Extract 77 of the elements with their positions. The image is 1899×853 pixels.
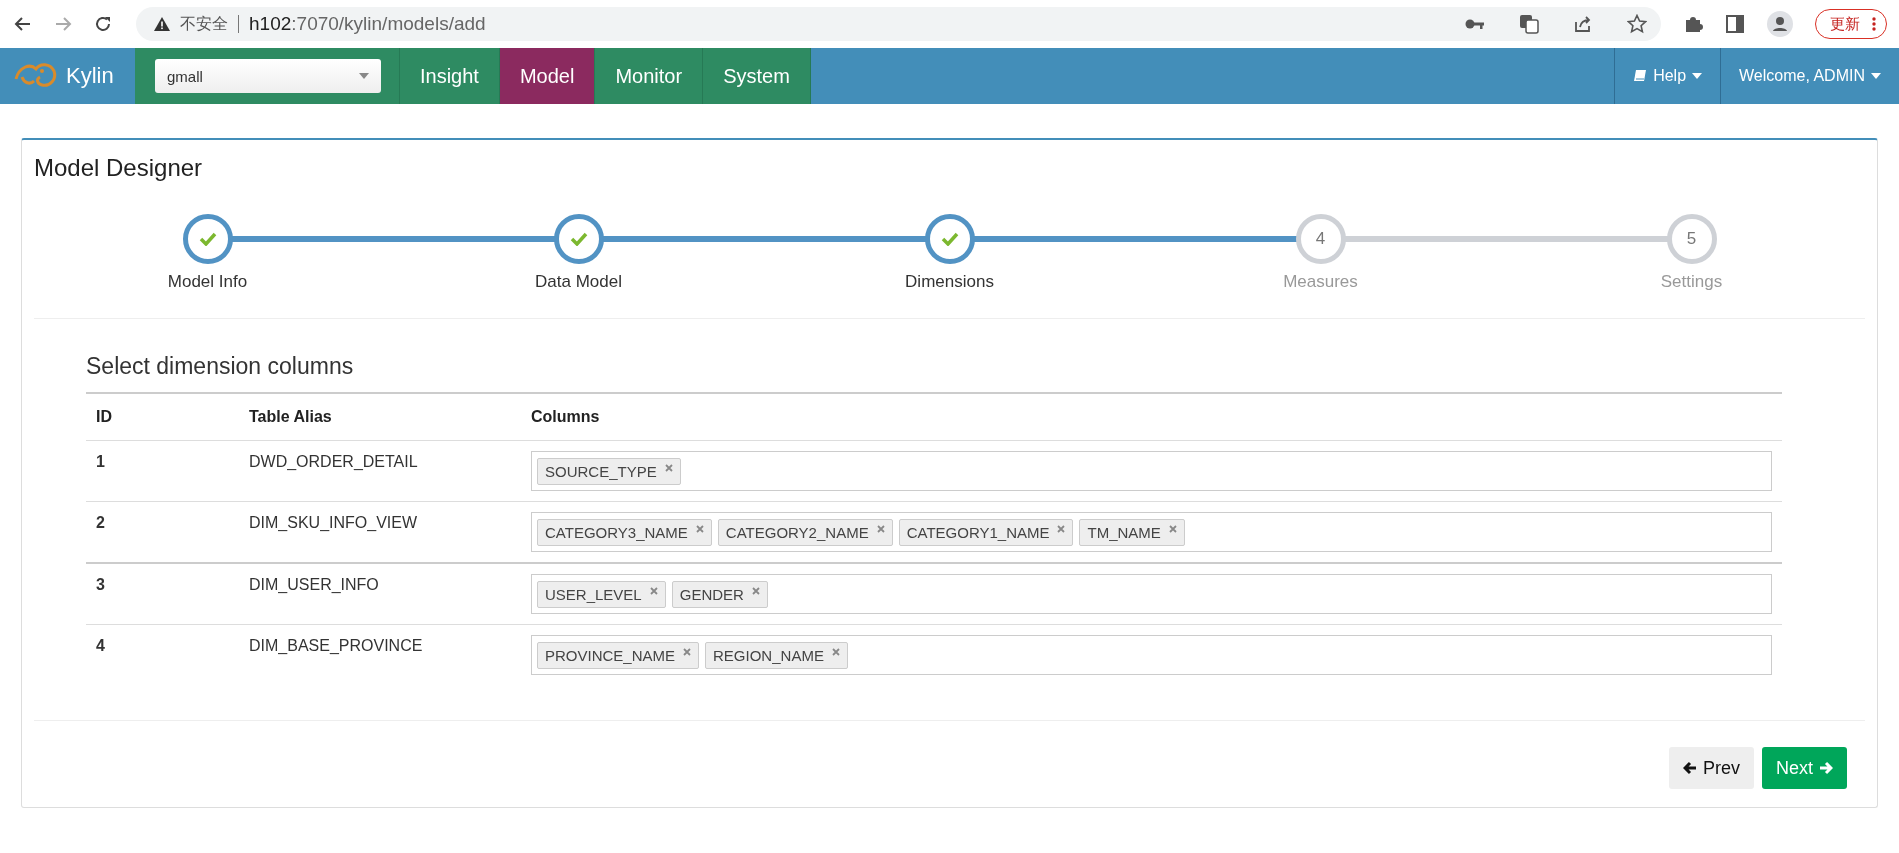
share-icon[interactable] [1573, 14, 1593, 34]
table-cell-text: 1 [96, 452, 105, 471]
project-select[interactable]: gmall [155, 59, 381, 93]
check-icon [198, 232, 217, 246]
column-header: ID [86, 393, 239, 441]
caret-icon [359, 73, 369, 79]
more-icon [1872, 17, 1876, 31]
remove-icon[interactable] [831, 648, 840, 656]
address-bar[interactable]: 不安全 h102:7070/kylin/models/add [136, 7, 1661, 41]
remove-icon[interactable] [876, 525, 885, 533]
table-cell-text: 3 [96, 575, 105, 594]
prev-button[interactable]: Prev [1668, 747, 1754, 789]
remove-icon[interactable] [1057, 525, 1066, 533]
step-circle[interactable]: 5 [1666, 214, 1717, 264]
step-number: 5 [1686, 229, 1697, 249]
arrow-right-icon [1819, 761, 1833, 775]
column-tags-field[interactable]: SOURCE_TYPE [531, 451, 1772, 491]
nav-tab[interactable]: System [703, 48, 811, 104]
column-tag[interactable]: TM_NAME [1079, 518, 1185, 546]
forward-icon[interactable] [54, 15, 72, 33]
key-icon[interactable] [1465, 18, 1485, 30]
step-circle[interactable]: 4 [1295, 214, 1346, 264]
section-title: Select dimension columns [86, 353, 355, 380]
step-label: Dimensions [905, 272, 994, 292]
column-header: Table Alias [239, 393, 521, 441]
avatar-icon[interactable] [1767, 11, 1793, 37]
star-icon[interactable] [1627, 14, 1647, 34]
nav-tab[interactable]: Model [499, 48, 596, 104]
nav-tab[interactable]: Insight [400, 48, 500, 104]
column-tags-field[interactable]: USER_LEVEL GENDER [531, 574, 1772, 614]
remove-icon[interactable] [695, 525, 704, 533]
column-header: Columns [521, 393, 1782, 441]
step-label: Measures [1283, 272, 1358, 292]
remove-icon[interactable] [1168, 525, 1177, 533]
update-button[interactable]: 更新 [1815, 9, 1887, 39]
check-icon [940, 232, 959, 246]
url-text: h102:7070/kylin/models/add [249, 13, 486, 35]
nav-tab[interactable]: Monitor [595, 48, 704, 104]
remove-icon[interactable] [683, 648, 692, 656]
table-cell-text: DIM_USER_INFO [249, 575, 379, 594]
check-icon [569, 232, 588, 246]
column-tag[interactable]: CATEGORY3_NAME [537, 518, 712, 546]
table-cell-text: 4 [96, 636, 105, 655]
table-cell-text: DIM_BASE_PROVINCE [249, 636, 423, 655]
column-tag[interactable]: REGION_NAME [705, 641, 848, 669]
caret-icon [1871, 73, 1881, 79]
remove-icon[interactable] [649, 587, 658, 595]
column-tag[interactable]: GENDER [671, 580, 768, 608]
column-tags-field[interactable]: PROVINCE_NAME REGION_NAME [531, 635, 1772, 675]
security-label: 不安全 [180, 13, 228, 34]
column-tag[interactable]: PROVINCE_NAME [537, 641, 700, 669]
table-cell-text: DWD_ORDER_DETAIL [249, 452, 418, 471]
puzzle-icon[interactable] [1683, 14, 1703, 34]
back-icon[interactable] [14, 15, 32, 33]
step-label: Model Info [167, 272, 248, 292]
book-icon [1633, 69, 1648, 83]
remove-icon[interactable] [751, 587, 760, 595]
remove-icon[interactable] [664, 464, 673, 472]
column-tag[interactable]: SOURCE_TYPE [537, 457, 681, 485]
help-menu[interactable]: Help [1614, 48, 1721, 104]
column-tag[interactable]: CATEGORY2_NAME [717, 518, 893, 546]
caret-icon [1692, 73, 1703, 79]
column-tag[interactable]: CATEGORY1_NAME [898, 518, 1074, 546]
sidebar-icon[interactable] [1725, 14, 1745, 34]
table-cell-text: 2 [96, 513, 105, 532]
table-cell-text: DIM_SKU_INFO_VIEW [249, 513, 418, 532]
arrow-left-icon [1682, 761, 1697, 775]
card-title: Model Designer [33, 153, 204, 182]
column-tags-field[interactable]: CATEGORY3_NAME CATEGORY2_NAME CATEGORY1_NAME TM_NAME [531, 512, 1772, 552]
step-label: Data Model [535, 272, 622, 292]
column-tag[interactable]: USER_LEVEL [537, 580, 666, 608]
warning-icon [154, 17, 170, 31]
user-menu[interactable]: Welcome, ADMIN [1720, 48, 1899, 104]
brand-name[interactable]: Kylin [66, 63, 114, 89]
step-number: 4 [1315, 229, 1326, 249]
step-label: Settings [1660, 272, 1723, 292]
reload-icon[interactable] [94, 15, 112, 33]
